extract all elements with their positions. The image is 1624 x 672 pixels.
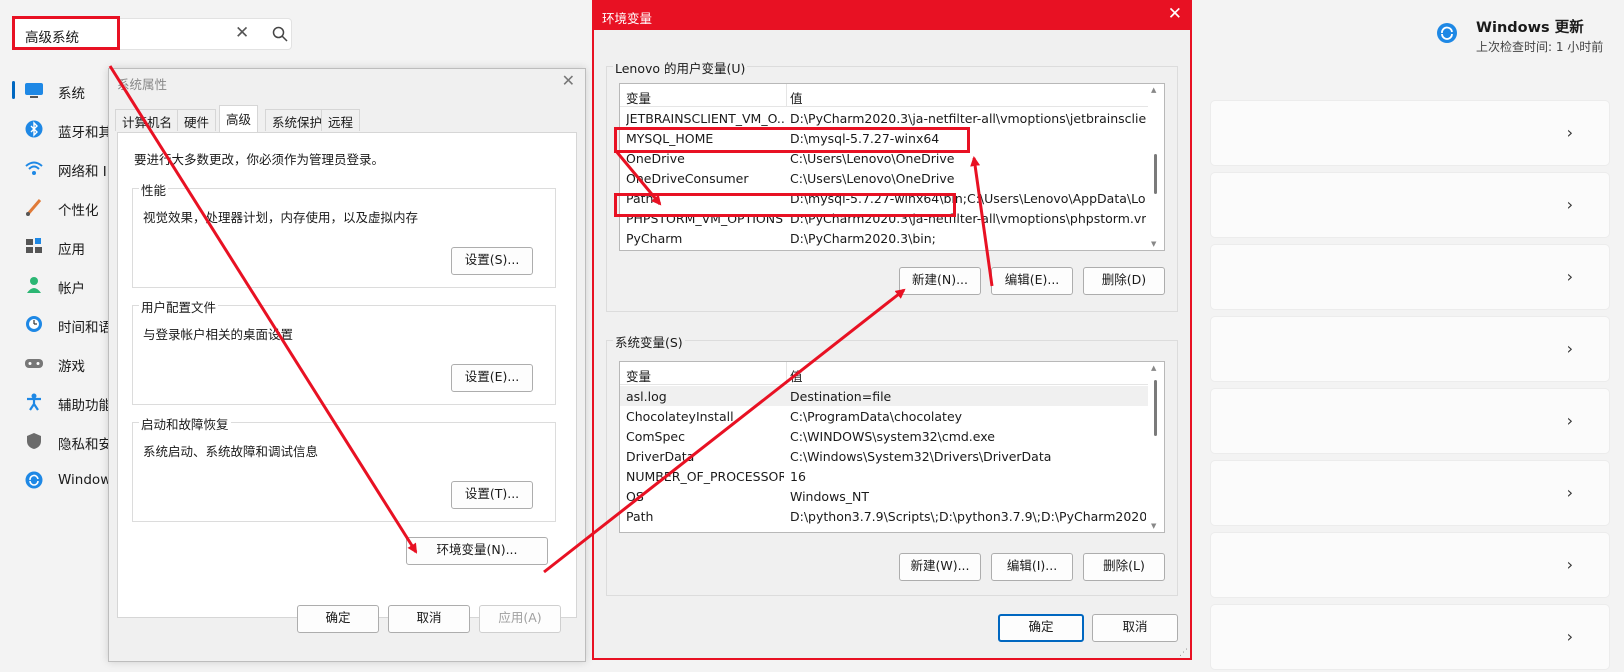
arrow-mysql-home-to-path [614,150,662,206]
arrow-env-button-to-new [543,288,906,574]
annotation-arrows [108,65,994,574]
arrow-search-to-env-button [108,65,418,554]
arrow-new-to-mysql-home [970,156,994,287]
